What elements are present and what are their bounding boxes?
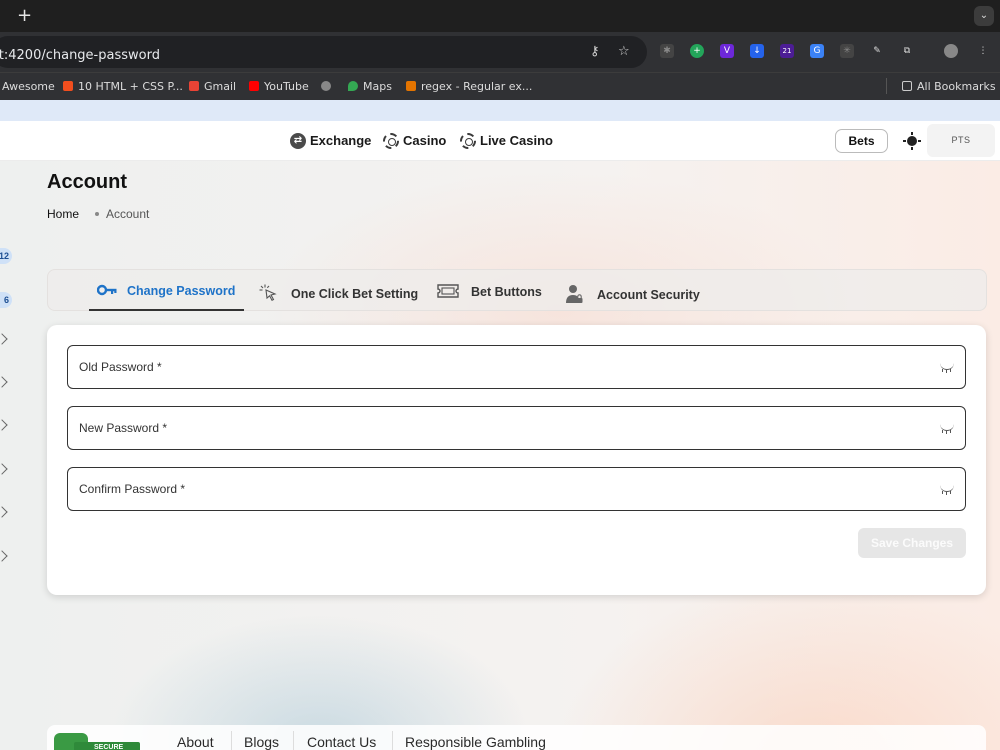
account-tabs: Change Password One Click Bet Setting Be…: [47, 269, 987, 311]
url-text[interactable]: st:4200/change-password: [0, 48, 160, 63]
old-password-label: Old Password *: [79, 360, 162, 374]
extension-translate-icon[interactable]: G: [810, 44, 824, 58]
profile-avatar[interactable]: [944, 44, 958, 58]
maps-icon: [348, 81, 358, 91]
secure-badge: SECURE: [52, 733, 142, 750]
extension-v-icon[interactable]: V: [720, 44, 734, 58]
nav-casino[interactable]: Casino: [383, 133, 446, 149]
ticket-icon: [437, 284, 459, 298]
eye-closed-icon[interactable]: [939, 424, 955, 434]
cursor-click-icon: [259, 284, 277, 302]
tab-account-security[interactable]: Account Security: [565, 284, 700, 304]
gmail-icon: [189, 81, 199, 91]
tab-bet-buttons[interactable]: Bet Buttons: [437, 284, 542, 299]
footer-link-contact[interactable]: Contact Us: [307, 734, 376, 750]
new-password-field[interactable]: New Password *: [67, 406, 966, 450]
breadcrumb-separator: [95, 212, 99, 216]
password-key-icon[interactable]: ⚷: [590, 44, 600, 60]
active-tab-indicator: [89, 309, 244, 311]
confirm-password-label: Confirm Password *: [79, 482, 186, 496]
folder-icon: [902, 81, 912, 91]
bets-button[interactable]: Bets: [835, 129, 888, 153]
bookmark-html-css[interactable]: 10 HTML + CSS P...: [63, 80, 183, 93]
footer-link-responsible-gambling[interactable]: Responsible Gambling: [405, 734, 546, 750]
extension-plus-icon[interactable]: +: [690, 44, 704, 58]
bookmarks-divider: [886, 78, 887, 94]
secure-badge-text: SECURE: [74, 742, 140, 750]
bookmark-globe[interactable]: [321, 80, 336, 93]
eye-closed-icon[interactable]: [939, 485, 955, 495]
globe-icon: [321, 81, 331, 91]
bookmark-awesome[interactable]: Awesome: [2, 80, 55, 93]
footer-divider: [231, 731, 232, 750]
page-title: Account: [47, 171, 127, 193]
bookmark-youtube[interactable]: YouTube: [249, 80, 309, 93]
breadcrumb-home[interactable]: Home: [47, 207, 79, 221]
footer-link-blogs[interactable]: Blogs: [244, 734, 279, 750]
tab-one-click-bet-setting[interactable]: One Click Bet Setting: [259, 284, 418, 302]
figma-icon: [63, 81, 73, 91]
theme-toggle-sun-icon[interactable]: [903, 132, 921, 150]
bookmark-star-icon[interactable]: ☆: [618, 44, 630, 60]
extension-spider-icon[interactable]: ✳: [840, 44, 854, 58]
breadcrumb-current: Account: [106, 207, 150, 221]
bookmark-gmail[interactable]: Gmail: [189, 80, 236, 93]
points-display[interactable]: PTS: [927, 124, 995, 157]
browser-tab-strip: + ⌄: [0, 0, 1000, 32]
exchange-icon: [290, 133, 306, 149]
old-password-field[interactable]: Old Password *: [67, 345, 966, 389]
footer-divider: [392, 731, 393, 750]
all-bookmarks-button[interactable]: All Bookmarks: [902, 80, 996, 93]
extension-download-icon[interactable]: ↓: [750, 44, 764, 58]
bookmarks-bar: Awesome 10 HTML + CSS P... Gmail YouTube…: [0, 72, 1000, 100]
page-banner: [0, 100, 1000, 121]
save-changes-button[interactable]: Save Changes: [858, 528, 966, 558]
live-casino-chip-icon: [460, 133, 476, 149]
browser-menu-icon[interactable]: ⋮: [976, 44, 990, 58]
nav-live-casino[interactable]: Live Casino: [460, 133, 553, 149]
bookmark-maps[interactable]: Maps: [348, 80, 392, 93]
youtube-icon: [249, 81, 259, 91]
tab-change-password[interactable]: Change Password: [96, 284, 235, 298]
user-lock-icon: [566, 285, 583, 303]
regex-icon: [406, 81, 416, 91]
extension-bug-icon[interactable]: ✱: [660, 44, 674, 58]
eye-closed-icon[interactable]: [939, 363, 955, 373]
footer-divider: [293, 731, 294, 750]
extensions-puzzle-icon[interactable]: ⧉: [900, 44, 914, 58]
address-bar[interactable]: st:4200/change-password: [0, 36, 647, 68]
nav-exchange[interactable]: Exchange: [290, 133, 371, 149]
key-icon: [96, 284, 117, 296]
new-password-label: New Password *: [79, 421, 168, 435]
new-tab-button[interactable]: +: [17, 5, 32, 26]
footer-link-about[interactable]: About: [177, 734, 214, 750]
confirm-password-field[interactable]: Confirm Password *: [67, 467, 966, 511]
casino-chip-icon: [383, 133, 399, 149]
bookmark-regex[interactable]: regex - Regular ex...: [406, 80, 532, 93]
tab-search-button[interactable]: ⌄: [974, 6, 994, 26]
extension-pen-icon[interactable]: ✎: [870, 44, 884, 58]
extension-counter-icon[interactable]: 21: [780, 44, 794, 58]
extension-counter-badge: 21: [782, 47, 792, 55]
